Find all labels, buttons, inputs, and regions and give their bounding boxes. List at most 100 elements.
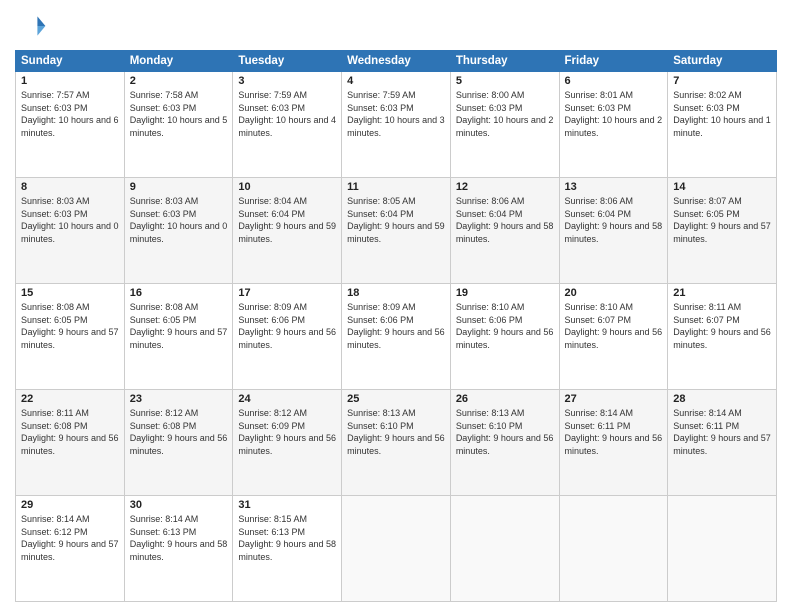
calendar-cell: 30 Sunrise: 8:14 AMSunset: 6:13 PMDaylig… [124,496,233,602]
day-number: 26 [456,393,554,405]
day-number: 13 [565,181,663,193]
day-number: 2 [130,75,228,87]
day-detail: Sunrise: 8:07 AMSunset: 6:05 PMDaylight:… [673,195,771,245]
day-number: 4 [347,75,445,87]
day-detail: Sunrise: 8:08 AMSunset: 6:05 PMDaylight:… [130,301,228,351]
calendar-cell: 11 Sunrise: 8:05 AMSunset: 6:04 PMDaylig… [342,178,451,284]
calendar-cell: 18 Sunrise: 8:09 AMSunset: 6:06 PMDaylig… [342,284,451,390]
calendar-cell [342,496,451,602]
calendar-cell: 13 Sunrise: 8:06 AMSunset: 6:04 PMDaylig… [559,178,668,284]
weekday-header-monday: Monday [124,51,233,72]
day-number: 27 [565,393,663,405]
day-number: 25 [347,393,445,405]
calendar-cell: 2 Sunrise: 7:58 AMSunset: 6:03 PMDayligh… [124,72,233,178]
weekday-header-row: SundayMondayTuesdayWednesdayThursdayFrid… [16,51,777,72]
day-detail: Sunrise: 8:08 AMSunset: 6:05 PMDaylight:… [21,301,119,351]
day-number: 11 [347,181,445,193]
day-number: 22 [21,393,119,405]
calendar-cell: 29 Sunrise: 8:14 AMSunset: 6:12 PMDaylig… [16,496,125,602]
weekday-header-saturday: Saturday [668,51,777,72]
weekday-header-friday: Friday [559,51,668,72]
day-detail: Sunrise: 8:13 AMSunset: 6:10 PMDaylight:… [347,407,445,457]
calendar-cell: 21 Sunrise: 8:11 AMSunset: 6:07 PMDaylig… [668,284,777,390]
day-number: 10 [238,181,336,193]
calendar-cell: 1 Sunrise: 7:57 AMSunset: 6:03 PMDayligh… [16,72,125,178]
calendar-cell: 5 Sunrise: 8:00 AMSunset: 6:03 PMDayligh… [450,72,559,178]
day-number: 31 [238,499,336,511]
calendar-cell: 25 Sunrise: 8:13 AMSunset: 6:10 PMDaylig… [342,390,451,496]
calendar-cell: 31 Sunrise: 8:15 AMSunset: 6:13 PMDaylig… [233,496,342,602]
logo [15,10,51,42]
day-detail: Sunrise: 8:03 AMSunset: 6:03 PMDaylight:… [130,195,228,245]
day-detail: Sunrise: 8:05 AMSunset: 6:04 PMDaylight:… [347,195,445,245]
calendar-cell: 10 Sunrise: 8:04 AMSunset: 6:04 PMDaylig… [233,178,342,284]
day-detail: Sunrise: 8:09 AMSunset: 6:06 PMDaylight:… [238,301,336,351]
header [15,10,777,42]
calendar-cell: 26 Sunrise: 8:13 AMSunset: 6:10 PMDaylig… [450,390,559,496]
day-detail: Sunrise: 8:14 AMSunset: 6:11 PMDaylight:… [673,407,771,457]
day-detail: Sunrise: 8:12 AMSunset: 6:09 PMDaylight:… [238,407,336,457]
day-number: 5 [456,75,554,87]
calendar-cell: 9 Sunrise: 8:03 AMSunset: 6:03 PMDayligh… [124,178,233,284]
day-detail: Sunrise: 8:11 AMSunset: 6:07 PMDaylight:… [673,301,771,351]
calendar-cell: 22 Sunrise: 8:11 AMSunset: 6:08 PMDaylig… [16,390,125,496]
day-detail: Sunrise: 8:04 AMSunset: 6:04 PMDaylight:… [238,195,336,245]
day-number: 8 [21,181,119,193]
day-number: 28 [673,393,771,405]
calendar-cell: 6 Sunrise: 8:01 AMSunset: 6:03 PMDayligh… [559,72,668,178]
week-row-5: 29 Sunrise: 8:14 AMSunset: 6:12 PMDaylig… [16,496,777,602]
calendar-cell [450,496,559,602]
day-number: 23 [130,393,228,405]
day-detail: Sunrise: 8:09 AMSunset: 6:06 PMDaylight:… [347,301,445,351]
day-detail: Sunrise: 8:06 AMSunset: 6:04 PMDaylight:… [456,195,554,245]
day-number: 16 [130,287,228,299]
weekday-header-thursday: Thursday [450,51,559,72]
day-number: 18 [347,287,445,299]
weekday-header-tuesday: Tuesday [233,51,342,72]
day-number: 3 [238,75,336,87]
day-number: 30 [130,499,228,511]
week-row-2: 8 Sunrise: 8:03 AMSunset: 6:03 PMDayligh… [16,178,777,284]
weekday-header-sunday: Sunday [16,51,125,72]
day-detail: Sunrise: 8:11 AMSunset: 6:08 PMDaylight:… [21,407,119,457]
day-detail: Sunrise: 8:10 AMSunset: 6:06 PMDaylight:… [456,301,554,351]
day-number: 19 [456,287,554,299]
day-number: 14 [673,181,771,193]
calendar-cell [668,496,777,602]
day-detail: Sunrise: 7:59 AMSunset: 6:03 PMDaylight:… [347,89,445,139]
day-detail: Sunrise: 8:00 AMSunset: 6:03 PMDaylight:… [456,89,554,139]
day-detail: Sunrise: 8:14 AMSunset: 6:11 PMDaylight:… [565,407,663,457]
day-number: 24 [238,393,336,405]
day-detail: Sunrise: 7:57 AMSunset: 6:03 PMDaylight:… [21,89,119,139]
day-number: 6 [565,75,663,87]
day-detail: Sunrise: 8:02 AMSunset: 6:03 PMDaylight:… [673,89,771,139]
week-row-1: 1 Sunrise: 7:57 AMSunset: 6:03 PMDayligh… [16,72,777,178]
day-detail: Sunrise: 8:03 AMSunset: 6:03 PMDaylight:… [21,195,119,245]
weekday-header-wednesday: Wednesday [342,51,451,72]
calendar-cell: 24 Sunrise: 8:12 AMSunset: 6:09 PMDaylig… [233,390,342,496]
day-detail: Sunrise: 8:13 AMSunset: 6:10 PMDaylight:… [456,407,554,457]
calendar-cell: 27 Sunrise: 8:14 AMSunset: 6:11 PMDaylig… [559,390,668,496]
calendar-cell: 19 Sunrise: 8:10 AMSunset: 6:06 PMDaylig… [450,284,559,390]
calendar-cell: 14 Sunrise: 8:07 AMSunset: 6:05 PMDaylig… [668,178,777,284]
day-number: 20 [565,287,663,299]
day-detail: Sunrise: 8:10 AMSunset: 6:07 PMDaylight:… [565,301,663,351]
calendar-cell: 7 Sunrise: 8:02 AMSunset: 6:03 PMDayligh… [668,72,777,178]
day-number: 29 [21,499,119,511]
calendar-cell: 4 Sunrise: 7:59 AMSunset: 6:03 PMDayligh… [342,72,451,178]
calendar-cell: 28 Sunrise: 8:14 AMSunset: 6:11 PMDaylig… [668,390,777,496]
calendar-cell: 20 Sunrise: 8:10 AMSunset: 6:07 PMDaylig… [559,284,668,390]
day-number: 1 [21,75,119,87]
calendar-table: SundayMondayTuesdayWednesdayThursdayFrid… [15,50,777,602]
day-detail: Sunrise: 8:01 AMSunset: 6:03 PMDaylight:… [565,89,663,139]
calendar-cell: 23 Sunrise: 8:12 AMSunset: 6:08 PMDaylig… [124,390,233,496]
day-detail: Sunrise: 8:14 AMSunset: 6:13 PMDaylight:… [130,513,228,563]
day-detail: Sunrise: 8:12 AMSunset: 6:08 PMDaylight:… [130,407,228,457]
calendar-cell: 3 Sunrise: 7:59 AMSunset: 6:03 PMDayligh… [233,72,342,178]
day-number: 7 [673,75,771,87]
day-number: 15 [21,287,119,299]
day-number: 12 [456,181,554,193]
day-number: 17 [238,287,336,299]
day-detail: Sunrise: 7:58 AMSunset: 6:03 PMDaylight:… [130,89,228,139]
calendar-cell: 12 Sunrise: 8:06 AMSunset: 6:04 PMDaylig… [450,178,559,284]
